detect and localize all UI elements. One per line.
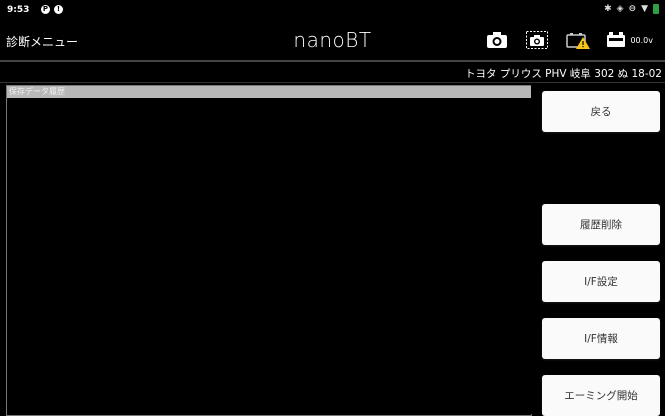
alert-icon: ! bbox=[54, 5, 63, 14]
bluetooth-icon: ✱ bbox=[604, 4, 612, 14]
if-info-button[interactable]: I/F情報 bbox=[542, 318, 660, 359]
battery-icon bbox=[653, 4, 659, 14]
if-settings-button[interactable]: I/F設定 bbox=[542, 261, 660, 302]
notification-icon: P bbox=[41, 5, 50, 14]
screenshot-camera-icon[interactable] bbox=[526, 31, 549, 49]
delete-history-button[interactable]: 履歴削除 bbox=[542, 204, 660, 245]
status-time: 9:53 bbox=[7, 5, 30, 15]
aiming-start-button[interactable]: エーミング開始 bbox=[542, 375, 660, 416]
vehicle-info: トヨタ プリウス PHV 岐阜 302 ぬ 18-02 bbox=[465, 68, 662, 80]
dnd-icon: ⊖ bbox=[628, 4, 637, 14]
back-button[interactable]: 戻る bbox=[542, 91, 660, 132]
app-bar: 診断メニュー nanoBT 00.0v bbox=[0, 20, 665, 60]
vehicle-bar: トヨタ プリウス PHV 岐阜 302 ぬ 18-02 bbox=[0, 62, 665, 83]
sync-icon: ◈ bbox=[616, 4, 624, 14]
camera-icon[interactable] bbox=[486, 31, 508, 49]
status-bar: 9:53 P ! ✱ ◈ ⊖ ▼ bbox=[0, 0, 665, 20]
action-sidebar: 戻る 履歴削除 I/F設定 I/F情報 エーミング開始 bbox=[531, 85, 665, 416]
app-bar-icons: 00.0v bbox=[486, 31, 653, 49]
battery-voltage-icon bbox=[606, 31, 628, 49]
saved-data-history-panel[interactable]: 保存データ履歴 bbox=[6, 85, 532, 416]
status-icons: ✱ ◈ ⊖ ▼ bbox=[604, 4, 659, 14]
voltage-readout: 00.0v bbox=[630, 35, 653, 45]
wifi-icon: ▼ bbox=[641, 4, 648, 14]
battery-voltage: 00.0v bbox=[606, 31, 653, 49]
warning-battery-icon[interactable] bbox=[566, 31, 591, 49]
history-panel-header: 保存データ履歴 bbox=[7, 86, 531, 98]
